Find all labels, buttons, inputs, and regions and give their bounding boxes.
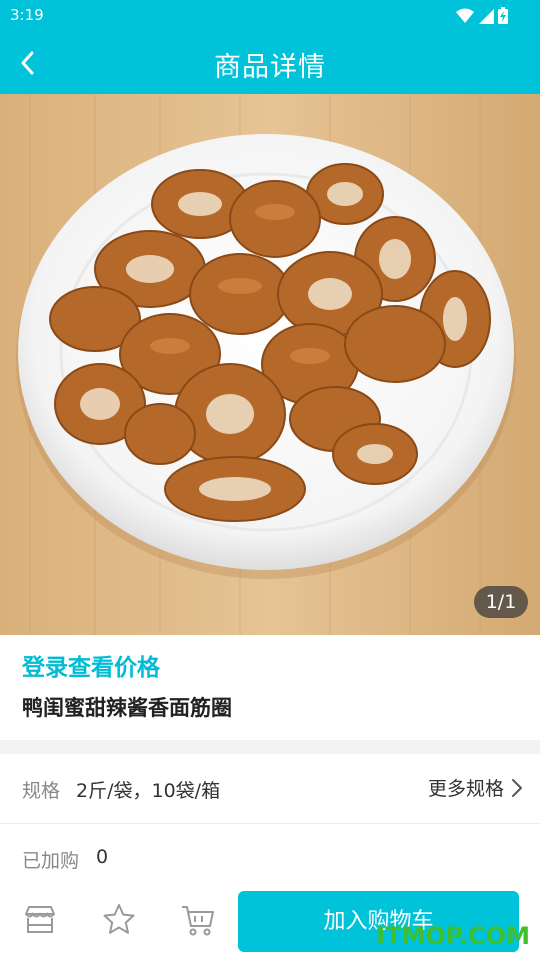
status-icons (456, 7, 508, 24)
more-specs-label: 更多规格 (427, 778, 504, 800)
status-time: 3:19 (10, 6, 44, 24)
page-title: 商品详情 (214, 52, 326, 83)
product-name: 鸭闺蜜甜辣酱香面筋圈 (22, 696, 232, 720)
cart-icon[interactable] (180, 902, 216, 938)
signal-icon (479, 8, 494, 24)
login-price-link[interactable]: 登录查看价格 (22, 648, 160, 682)
section-divider (0, 740, 540, 754)
wifi-icon (456, 8, 474, 23)
spec-value: 2斤/袋，10袋/箱 (76, 780, 221, 802)
added-label: 已加购 (22, 850, 80, 872)
watermark-text: ITMOP.COM (376, 922, 530, 950)
spec-row[interactable]: 规格 2斤/袋，10袋/箱 更多规格 (0, 754, 540, 824)
cart-status-row: 已加购 0 (0, 824, 540, 890)
more-specs-button[interactable]: 更多规格 (428, 774, 524, 801)
app-header: 商品详情 (0, 32, 540, 94)
spec-label: 规格 (22, 780, 61, 802)
star-icon[interactable] (101, 902, 137, 938)
battery-icon (498, 7, 508, 24)
product-image[interactable] (0, 94, 540, 635)
status-bar: 3:19 (0, 0, 540, 32)
added-count: 0 (96, 846, 109, 868)
store-icon[interactable] (22, 902, 58, 938)
image-pager: 1/1 (474, 586, 528, 618)
chevron-right-icon (512, 778, 522, 797)
